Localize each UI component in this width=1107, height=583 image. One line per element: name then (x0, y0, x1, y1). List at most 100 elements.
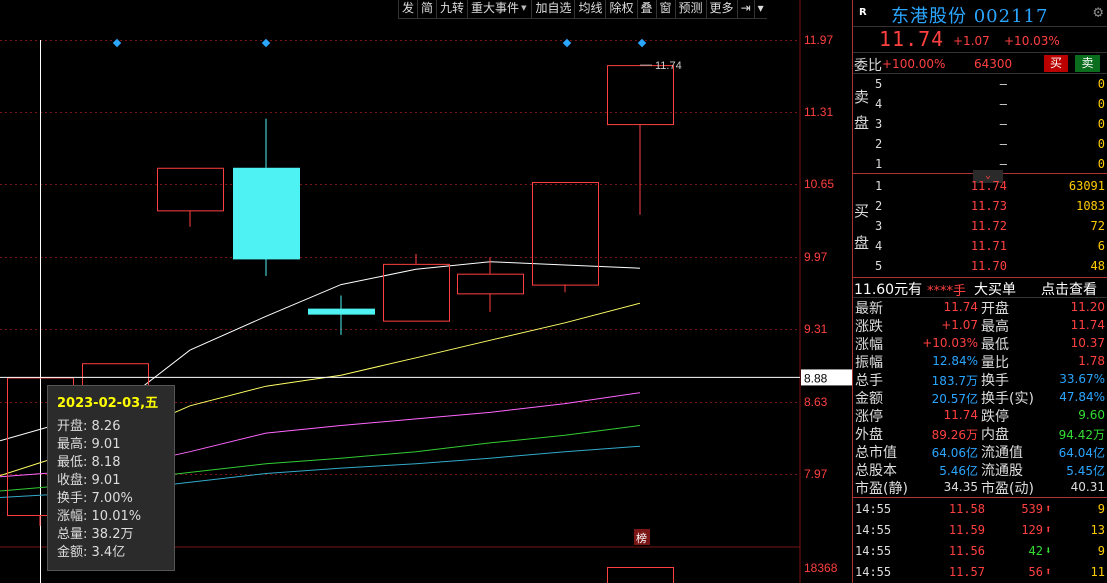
toolbar-item-3[interactable]: 重大事件 (467, 0, 532, 19)
last-price: 11.74 (879, 27, 945, 51)
y-tick-label: 9.97 (804, 250, 828, 264)
tooltip-value: 8.18 (91, 455, 121, 470)
y-tick-label: 11.31 (804, 105, 833, 119)
sell-button[interactable]: 卖 (1075, 55, 1100, 72)
r-badge: R (859, 7, 867, 18)
tooltip-label: 收盘 (57, 473, 84, 488)
tooltip-value: 10.01% (91, 509, 142, 524)
bids-level: 1 (875, 179, 883, 193)
tooltip-label: 总量 (57, 527, 84, 542)
bids-volume: 63091 (1068, 179, 1105, 193)
bids-volume: 48 (1090, 259, 1105, 273)
toolbar-item-6[interactable]: 除权 (605, 0, 637, 19)
y-tick-label: 10.65 (804, 177, 834, 191)
stat-label: 市盈(动) (981, 481, 1034, 497)
toolbar-item-8[interactable]: 窗 (655, 0, 675, 19)
stat-value: 10.37 (1070, 336, 1105, 350)
tooltip-value: 8.26 (91, 419, 121, 434)
bids-level: 2 (875, 199, 883, 213)
toolbar-item-4[interactable]: 加自选 (531, 0, 575, 19)
arrow-down-icon: ⬇ (1045, 544, 1052, 557)
stat-value: 94.42万 (1058, 428, 1105, 442)
stat-value: 12.84% (932, 354, 978, 368)
candle-body (233, 167, 300, 260)
candle-tooltip: 2023-02-03,五 开盘: 8.26 最高: 9.01 最低: 8.18 收盘:… (47, 385, 175, 571)
stat-value: 11.74 (943, 300, 978, 314)
tooltip-row: 最高: 9.01 (57, 436, 165, 454)
tooltip-sep: : (83, 455, 92, 470)
stat-value: 33.67% (1059, 372, 1105, 386)
stat-label: 总手 (855, 373, 883, 389)
gear-icon[interactable]: ⚙ (1093, 2, 1103, 21)
stats-row: 涨停 11.74 跌停 9.60 (853, 406, 1107, 425)
tooltip-row: 最低: 8.18 (57, 454, 165, 472)
stat-label: 市盈(静) (855, 481, 908, 497)
tooltip-label: 换手 (57, 491, 84, 506)
price-change: +1.07 (953, 34, 990, 48)
big-order-stars: ****手 (927, 284, 967, 299)
menu-dropdown-icon[interactable]: ▾ (753, 0, 767, 19)
toolbar-item-5[interactable]: 均线 (574, 0, 606, 19)
bids-volume: 1083 (1076, 199, 1105, 213)
stat-label: 换手 (981, 373, 1009, 389)
stat-value: 183.7万 (931, 374, 978, 388)
tick-volume: 129 (1021, 523, 1043, 537)
event-marker-icon (261, 38, 271, 48)
tooltip-sep: : (83, 437, 92, 452)
weibi-label: 委比 (854, 58, 882, 74)
stat-label: 涨跌 (855, 319, 883, 335)
toolbar-item-9[interactable]: 预测 (674, 0, 706, 19)
bids-row: 5 11.70 48 (853, 256, 1107, 276)
stock-name[interactable]: 东港股份 002117 (891, 2, 1048, 28)
stat-label: 最新 (855, 301, 883, 317)
y-tick-label: 7.97 (804, 467, 828, 481)
event-marker-icon (112, 38, 122, 48)
toolbar-item-10[interactable]: 更多 (705, 0, 737, 19)
bids-row: 4 11.71 6 (853, 236, 1107, 256)
ask-book: 卖 盘 5–0 4–0 3–0 2–0 1–0 (853, 74, 1107, 174)
tick-time: 14:55 (855, 523, 892, 537)
bid-rows: 1 11.74 63091 2 11.73 1083 3 11.72 72 4 11.71 6 5 11.… (853, 176, 1107, 276)
buy-button[interactable]: 买 (1044, 55, 1068, 72)
toolbar-item-1[interactable]: 简 (417, 0, 437, 19)
volume-bar (607, 567, 674, 583)
crosshair-price-label: 8.88 (804, 371, 828, 385)
tooltip-label: 最低 (57, 455, 84, 470)
tick-row: 14:55 11.57 56 ⬆ 11 (853, 561, 1107, 582)
asks-volume: 0 (1097, 77, 1105, 91)
pin-icon[interactable]: ⇥ (736, 0, 754, 19)
asks-level: 1 (875, 157, 883, 171)
stat-value: 89.26万 (931, 428, 978, 442)
stat-value: 11.74 (943, 408, 978, 422)
bang-badge-label: 榜 (636, 531, 647, 545)
tick-price: 11.57 (948, 565, 985, 579)
stat-label: 跌停 (981, 409, 1009, 425)
big-order-link[interactable]: 点击查看 (1041, 279, 1097, 299)
asks-price: – (999, 77, 1007, 91)
bids-price: 11.74 (970, 179, 1007, 193)
asks-volume: 0 (1097, 97, 1105, 111)
candle-body (607, 65, 674, 126)
tick-count: 13 (1090, 523, 1105, 537)
stat-value: 1.78 (1078, 354, 1105, 368)
stats-row: 外盘 89.26万 内盘 94.42万 (853, 424, 1107, 443)
stat-value: 9.60 (1078, 408, 1105, 422)
toolbar-item-7[interactable]: 叠 (636, 0, 656, 19)
stat-value: 5.45亿 (1066, 464, 1105, 478)
stat-value: 47.84% (1059, 390, 1105, 404)
stat-value: 64.04亿 (1058, 446, 1105, 460)
stat-value: +10.03% (922, 336, 978, 350)
bids-row: 2 11.73 1083 (853, 196, 1107, 216)
stat-label: 金额 (855, 391, 883, 407)
toolbar-item-0[interactable]: 发 (398, 0, 418, 19)
toolbar-item-2[interactable]: 九转 (436, 0, 468, 19)
tooltip-label: 开盘 (57, 419, 84, 434)
tooltip-value: 9.01 (91, 437, 121, 452)
tick-list: 14:55 11.58 539 ⬆ 9 14:55 11.59 129 ⬆ 13 14:55 11.5… (853, 498, 1107, 582)
tooltip-row: 换手: 7.00% (57, 490, 165, 508)
bids-price: 11.73 (970, 199, 1007, 213)
stats-row: 振幅 12.84% 量比 1.78 (853, 352, 1107, 371)
stat-value: 5.46亿 (939, 464, 978, 478)
high-label: 11.74 (655, 60, 682, 72)
tick-time: 14:55 (855, 502, 892, 516)
